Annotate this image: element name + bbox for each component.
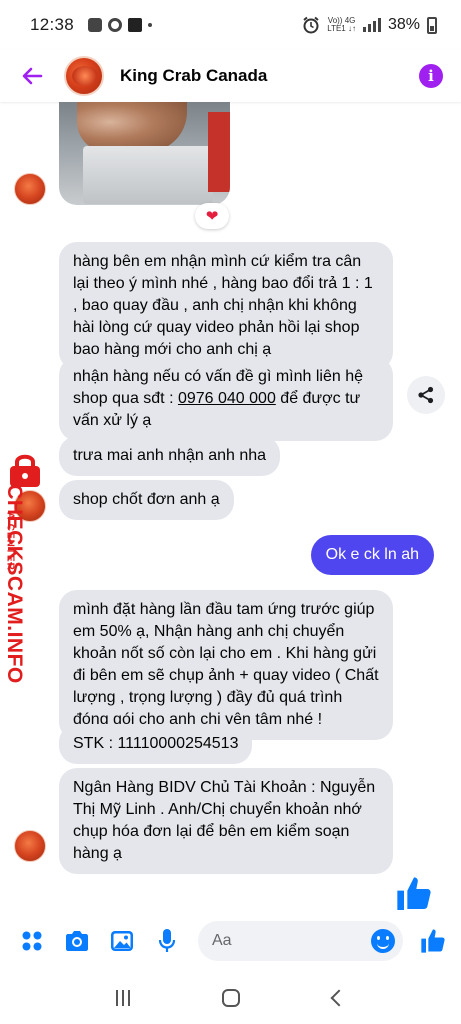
network-type: Vo)) 4G LTE1 ↓↑ (327, 17, 356, 33)
outgoing-message-bubble[interactable]: Ok e ck ln ah (310, 535, 434, 575)
message-bubble[interactable]: trưa mai anh nhận anh nha (59, 436, 281, 476)
gallery-icon[interactable] (108, 927, 136, 955)
chrome-notification-icon (108, 18, 123, 32)
share-icon[interactable] (407, 376, 445, 414)
photo-background (208, 112, 230, 192)
message-text: Ok e ck ln ah (325, 546, 419, 563)
gallery-notification-icon (88, 18, 103, 32)
emoji-icon[interactable] (371, 929, 395, 953)
status-right: Vo)) 4G LTE1 ↓↑ 38% (302, 16, 437, 34)
scale-image (83, 146, 213, 204)
message-bubble[interactable]: STK : 11110000254513 (59, 724, 253, 764)
recents-icon[interactable] (116, 990, 131, 1006)
message-bubble[interactable]: hàng bên em nhận mình cứ kiểm tra cân lạ… (59, 242, 393, 370)
sender-avatar (14, 173, 46, 205)
contact-name[interactable]: King Crab Canada (120, 66, 267, 86)
info-icon[interactable]: i (419, 64, 443, 88)
message-bubble[interactable]: Ngân Hàng BIDV Chủ Tài Khoản : Nguyễn Th… (59, 768, 393, 874)
back-arrow-icon[interactable] (18, 62, 46, 90)
tiktok-notification-icon (128, 18, 143, 32)
notification-icons (88, 18, 153, 32)
message-input-wrapper (198, 921, 403, 961)
status-time: 12:38 (30, 15, 75, 34)
message-bubble[interactable]: nhận hàng nếu có vấn đề gì mình liên hệ … (59, 357, 393, 441)
message-text: trưa mai anh nhận anh nha (73, 447, 267, 464)
message-text: hàng bên em nhận mình cứ kiểm tra cân lạ… (73, 253, 373, 358)
message-text: Ngân Hàng BIDV Chủ Tài Khoản : Nguyễn Th… (73, 779, 376, 862)
microphone-icon[interactable] (153, 927, 181, 955)
alarm-icon (303, 16, 319, 34)
back-icon[interactable] (330, 989, 348, 1007)
camera-icon[interactable] (63, 927, 91, 955)
like-button-icon[interactable] (419, 927, 447, 955)
sender-avatar (14, 830, 46, 862)
battery-icon (427, 16, 437, 34)
network-bottom: LTE1 ↓↑ (327, 24, 356, 33)
battery-percent: 38% (387, 16, 420, 33)
message-bubble[interactable]: mình đặt hàng lần đầu tam ứng trước giúp… (59, 590, 393, 740)
contact-avatar[interactable] (64, 56, 104, 96)
home-icon[interactable] (222, 989, 241, 1007)
status-left: 12:38 (30, 15, 153, 35)
chat-header: King Crab Canada i (0, 50, 461, 102)
apps-icon[interactable] (18, 927, 46, 955)
signal-icon (362, 18, 381, 32)
message-composer (0, 910, 461, 972)
heart-reaction-icon[interactable]: ❤ (195, 203, 229, 229)
message-bubble[interactable]: shop chốt đơn anh ạ (59, 480, 234, 520)
phone-link[interactable]: 0976 040 000 (178, 390, 276, 407)
watermark: A CENTER CHECKSCAM.INFO (0, 452, 48, 684)
status-bar: 12:38 Vo)) 4G LTE1 ↓↑ 38% (0, 0, 461, 50)
like-icon (397, 877, 431, 910)
system-navigation-bar (0, 972, 461, 1024)
message-text: STK : 11110000254513 (73, 735, 239, 752)
more-notifications-icon (148, 23, 153, 27)
message-list: ❤ hàng bên em nhận mình cứ kiểm tra cân … (0, 102, 461, 910)
watermark-brand: CHECKSCAM.INFO (3, 484, 26, 684)
message-text: shop chốt đơn anh ạ (73, 491, 220, 508)
crab-photo-message[interactable] (59, 102, 230, 205)
crab-image (77, 102, 187, 152)
message-text: mình đặt hàng lần đầu tam ứng trước giúp… (73, 601, 379, 728)
